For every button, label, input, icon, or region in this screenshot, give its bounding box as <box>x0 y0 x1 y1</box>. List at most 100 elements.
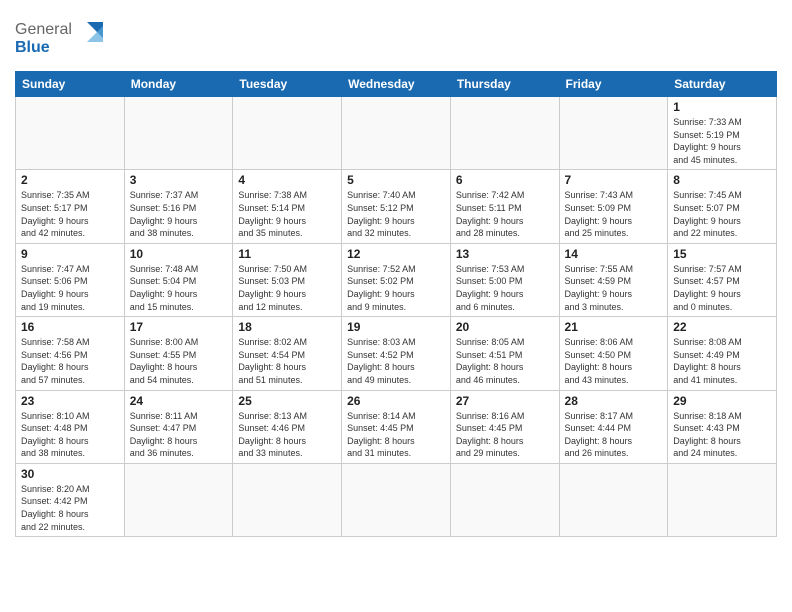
calendar-cell: 1 Sunrise: 7:33 AM Sunset: 5:19 PM Daylig… <box>668 97 777 170</box>
calendar-cell: 5Sunrise: 7:40 AM Sunset: 5:12 PM Daylig… <box>342 170 451 243</box>
day-info: Sunrise: 7:45 AM Sunset: 5:07 PM Dayligh… <box>673 189 771 239</box>
calendar-cell: 23Sunrise: 8:10 AM Sunset: 4:48 PM Dayli… <box>16 390 125 463</box>
calendar-cell: 7Sunrise: 7:43 AM Sunset: 5:09 PM Daylig… <box>559 170 668 243</box>
day-number: 4 <box>238 173 336 187</box>
calendar-cell: 16 Sunrise: 7:58 AM Sunset: 4:56 PM Dayli… <box>16 317 125 390</box>
calendar-cell <box>342 463 451 536</box>
calendar-cell <box>16 97 125 170</box>
calendar-cell: 25Sunrise: 8:13 AM Sunset: 4:46 PM Dayli… <box>233 390 342 463</box>
calendar-cell: 12Sunrise: 7:52 AM Sunset: 5:02 PM Dayli… <box>342 243 451 316</box>
day-info: Sunrise: 7:57 AM Sunset: 4:57 PM Dayligh… <box>673 263 771 313</box>
calendar-cell <box>233 463 342 536</box>
day-number: 18 <box>238 320 336 334</box>
day-number: 10 <box>130 247 228 261</box>
calendar-cell <box>233 97 342 170</box>
day-info: Sunrise: 7:58 AM Sunset: 4:56 PM Dayligh… <box>21 336 119 386</box>
day-info: Sunrise: 7:43 AM Sunset: 5:09 PM Dayligh… <box>565 189 663 239</box>
day-info: Sunrise: 7:33 AM Sunset: 5:19 PM Dayligh… <box>673 116 771 166</box>
calendar-cell: 11 Sunrise: 7:50 AM Sunset: 5:03 PM Dayli… <box>233 243 342 316</box>
day-number: 28 <box>565 394 663 408</box>
calendar-cell: 21Sunrise: 8:06 AM Sunset: 4:50 PM Dayli… <box>559 317 668 390</box>
day-number: 16 <box>21 320 119 334</box>
week-row-5: 30Sunrise: 8:20 AM Sunset: 4:42 PM Dayli… <box>16 463 777 536</box>
day-number: 22 <box>673 320 771 334</box>
day-number: 24 <box>130 394 228 408</box>
day-info: Sunrise: 7:42 AM Sunset: 5:11 PM Dayligh… <box>456 189 554 239</box>
day-number: 20 <box>456 320 554 334</box>
day-number: 11 <box>238 247 336 261</box>
day-number: 5 <box>347 173 445 187</box>
page: General Blue SundayMondayTuesdayWednesda… <box>0 0 792 612</box>
day-info: Sunrise: 7:47 AM Sunset: 5:06 PM Dayligh… <box>21 263 119 313</box>
day-info: Sunrise: 7:50 AM Sunset: 5:03 PM Dayligh… <box>238 263 336 313</box>
calendar-cell: 15 Sunrise: 7:57 AM Sunset: 4:57 PM Dayli… <box>668 243 777 316</box>
calendar-cell <box>450 97 559 170</box>
calendar-cell: 19 Sunrise: 8:03 AM Sunset: 4:52 PM Dayli… <box>342 317 451 390</box>
day-info: Sunrise: 7:55 AM Sunset: 4:59 PM Dayligh… <box>565 263 663 313</box>
calendar-cell <box>559 463 668 536</box>
day-number: 14 <box>565 247 663 261</box>
day-info: Sunrise: 8:02 AM Sunset: 4:54 PM Dayligh… <box>238 336 336 386</box>
day-info: Sunrise: 7:37 AM Sunset: 5:16 PM Dayligh… <box>130 189 228 239</box>
day-number: 3 <box>130 173 228 187</box>
day-number: 1 <box>673 100 771 114</box>
calendar-cell: 4 Sunrise: 7:38 AM Sunset: 5:14 PM Daylig… <box>233 170 342 243</box>
calendar-cell: 6 Sunrise: 7:42 AM Sunset: 5:11 PM Daylig… <box>450 170 559 243</box>
week-row-0: 1 Sunrise: 7:33 AM Sunset: 5:19 PM Daylig… <box>16 97 777 170</box>
calendar-table: SundayMondayTuesdayWednesdayThursdayFrid… <box>15 71 777 537</box>
day-number: 25 <box>238 394 336 408</box>
day-number: 2 <box>21 173 119 187</box>
calendar-cell: 3 Sunrise: 7:37 AM Sunset: 5:16 PM Daylig… <box>124 170 233 243</box>
calendar-cell <box>559 97 668 170</box>
calendar-cell <box>124 97 233 170</box>
day-info: Sunrise: 8:00 AM Sunset: 4:55 PM Dayligh… <box>130 336 228 386</box>
weekday-header-friday: Friday <box>559 72 668 97</box>
day-info: Sunrise: 7:53 AM Sunset: 5:00 PM Dayligh… <box>456 263 554 313</box>
day-info: Sunrise: 8:20 AM Sunset: 4:42 PM Dayligh… <box>21 483 119 533</box>
calendar-cell: 30Sunrise: 8:20 AM Sunset: 4:42 PM Dayli… <box>16 463 125 536</box>
day-number: 17 <box>130 320 228 334</box>
weekday-header-thursday: Thursday <box>450 72 559 97</box>
weekday-header-wednesday: Wednesday <box>342 72 451 97</box>
day-info: Sunrise: 7:52 AM Sunset: 5:02 PM Dayligh… <box>347 263 445 313</box>
calendar-cell: 18 Sunrise: 8:02 AM Sunset: 4:54 PM Dayli… <box>233 317 342 390</box>
svg-text:Blue: Blue <box>15 39 50 56</box>
week-row-4: 23Sunrise: 8:10 AM Sunset: 4:48 PM Dayli… <box>16 390 777 463</box>
day-info: Sunrise: 8:03 AM Sunset: 4:52 PM Dayligh… <box>347 336 445 386</box>
weekday-header-monday: Monday <box>124 72 233 97</box>
week-row-3: 16 Sunrise: 7:58 AM Sunset: 4:56 PM Dayli… <box>16 317 777 390</box>
weekday-header-tuesday: Tuesday <box>233 72 342 97</box>
calendar-cell: 8 Sunrise: 7:45 AM Sunset: 5:07 PM Daylig… <box>668 170 777 243</box>
day-info: Sunrise: 8:14 AM Sunset: 4:45 PM Dayligh… <box>347 410 445 460</box>
calendar-cell <box>450 463 559 536</box>
day-number: 6 <box>456 173 554 187</box>
day-info: Sunrise: 8:16 AM Sunset: 4:45 PM Dayligh… <box>456 410 554 460</box>
day-info: Sunrise: 8:06 AM Sunset: 4:50 PM Dayligh… <box>565 336 663 386</box>
calendar-cell: 28 Sunrise: 8:17 AM Sunset: 4:44 PM Dayli… <box>559 390 668 463</box>
day-number: 8 <box>673 173 771 187</box>
day-info: Sunrise: 8:08 AM Sunset: 4:49 PM Dayligh… <box>673 336 771 386</box>
logo: General Blue <box>15 14 105 63</box>
calendar-cell: 20Sunrise: 8:05 AM Sunset: 4:51 PM Dayli… <box>450 317 559 390</box>
calendar-cell: 24Sunrise: 8:11 AM Sunset: 4:47 PM Dayli… <box>124 390 233 463</box>
day-info: Sunrise: 7:38 AM Sunset: 5:14 PM Dayligh… <box>238 189 336 239</box>
day-number: 13 <box>456 247 554 261</box>
week-row-1: 2 Sunrise: 7:35 AM Sunset: 5:17 PM Daylig… <box>16 170 777 243</box>
weekday-header-sunday: Sunday <box>16 72 125 97</box>
header: General Blue <box>15 10 777 63</box>
svg-text:General: General <box>15 21 72 38</box>
logo-text: General Blue <box>15 14 105 63</box>
day-number: 19 <box>347 320 445 334</box>
day-number: 27 <box>456 394 554 408</box>
day-number: 15 <box>673 247 771 261</box>
calendar-cell: 13 Sunrise: 7:53 AM Sunset: 5:00 PM Dayli… <box>450 243 559 316</box>
weekday-header-row: SundayMondayTuesdayWednesdayThursdayFrid… <box>16 72 777 97</box>
week-row-2: 9Sunrise: 7:47 AM Sunset: 5:06 PM Daylig… <box>16 243 777 316</box>
day-number: 26 <box>347 394 445 408</box>
calendar-cell: 17 Sunrise: 8:00 AM Sunset: 4:55 PM Dayli… <box>124 317 233 390</box>
day-info: Sunrise: 8:17 AM Sunset: 4:44 PM Dayligh… <box>565 410 663 460</box>
day-info: Sunrise: 7:35 AM Sunset: 5:17 PM Dayligh… <box>21 189 119 239</box>
calendar-cell: 9Sunrise: 7:47 AM Sunset: 5:06 PM Daylig… <box>16 243 125 316</box>
calendar-cell: 2 Sunrise: 7:35 AM Sunset: 5:17 PM Daylig… <box>16 170 125 243</box>
day-info: Sunrise: 7:48 AM Sunset: 5:04 PM Dayligh… <box>130 263 228 313</box>
